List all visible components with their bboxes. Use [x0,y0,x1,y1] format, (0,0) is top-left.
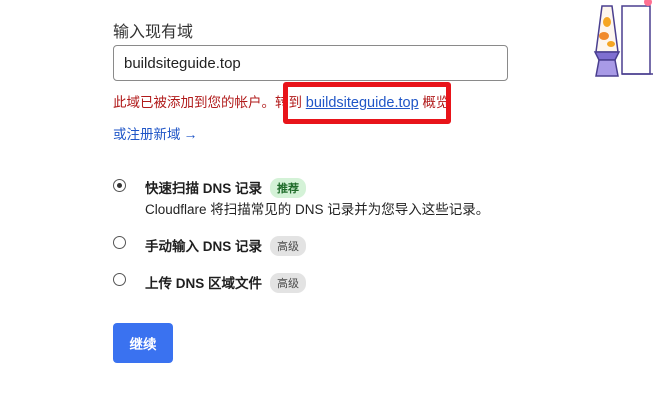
option-title-text: 快速扫描 DNS 记录 [145,181,263,196]
radio-upload-zone-file[interactable] [113,273,126,286]
option-title-upload-zone-file: 上传 DNS 区域文件 高级 [145,272,307,293]
error-prefix-text: 此域已被添加到您的帐户。转到 [113,95,302,110]
radio-manual-entry[interactable] [113,236,126,249]
option-title-quick-scan: 快速扫描 DNS 记录 推荐 [145,177,307,198]
radio-quick-scan[interactable] [113,179,126,192]
option-title-manual-entry: 手动输入 DNS 记录 高级 [145,235,307,256]
domain-overview-link[interactable]: buildsiteguide.top [306,95,419,111]
add-domain-page: 输入现有域 此域已被添加到您的帐户。转到 buildsiteguide.top … [0,0,653,411]
option-description-quick-scan: Cloudflare 将扫描常见的 DNS 记录并为您导入这些记录。 [145,202,490,217]
continue-button[interactable]: 继续 [113,323,173,363]
advanced-badge: 高级 [270,273,307,293]
option-title-text: 手动输入 DNS 记录 [145,239,263,254]
advanced-badge: 高级 [270,236,307,256]
option-title-text: 上传 DNS 区域文件 [145,276,263,291]
domain-exists-error: 此域已被添加到您的帐户。转到 buildsiteguide.top 概览 [113,91,449,111]
arrow-right-icon: → [183,126,198,142]
domain-input[interactable] [113,45,508,81]
lava-lamp-illustration [593,0,653,77]
error-suffix-text: 概览 [422,95,450,110]
recommended-badge: 推荐 [270,178,307,198]
domain-field-label: 输入现有域 [113,24,194,41]
register-link-label: 或注册新域 [113,127,181,142]
register-new-domain-link[interactable]: 或注册新域 → [113,123,198,143]
